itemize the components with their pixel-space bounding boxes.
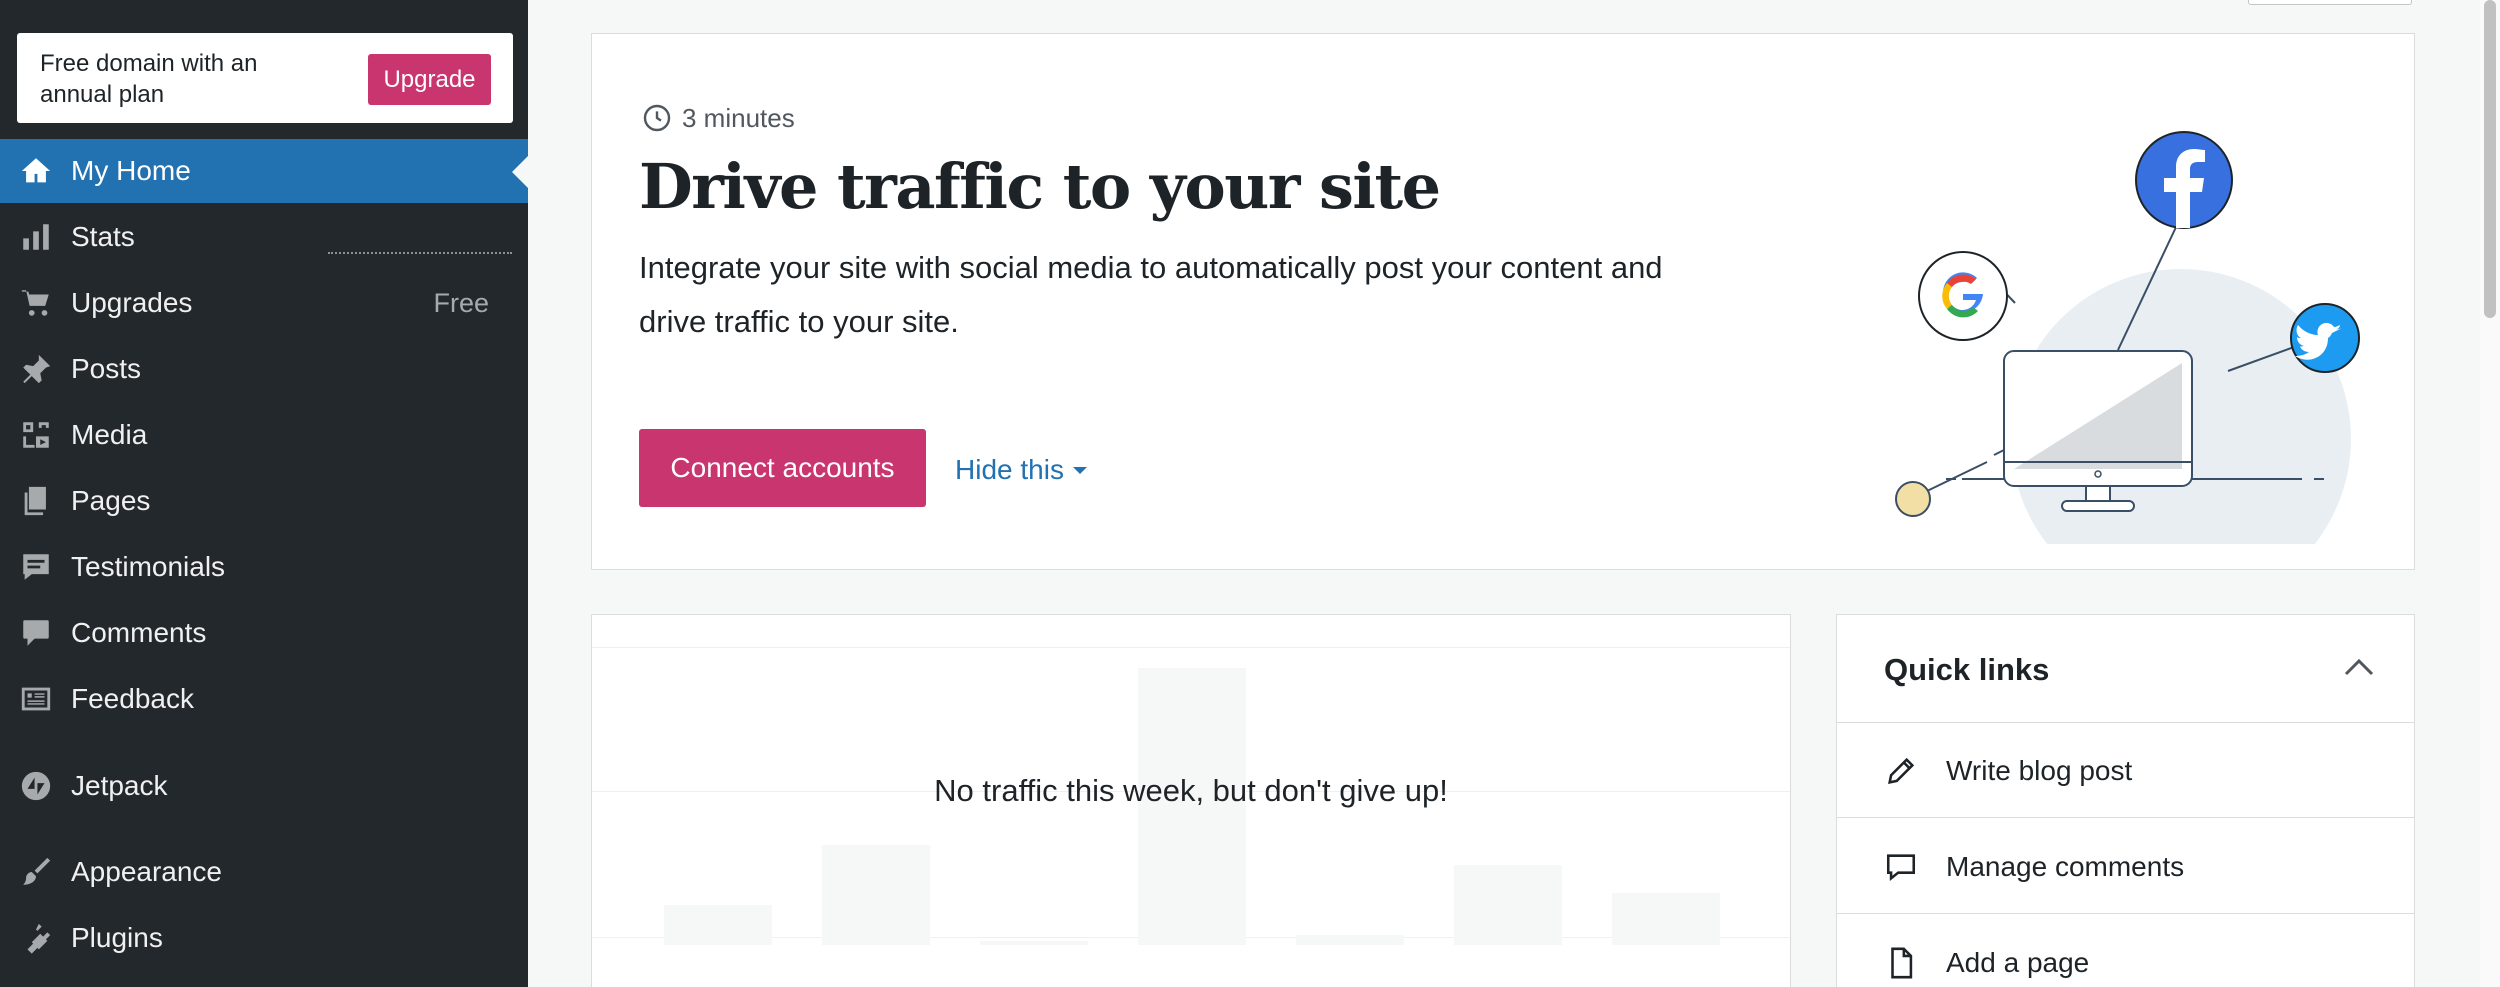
page-icon (1891, 947, 1913, 979)
hide-task-link[interactable]: Hide this (955, 454, 1087, 486)
placeholder-bar (1454, 865, 1562, 945)
quick-links-header[interactable]: Quick links (1837, 615, 2414, 723)
quick-link-add-page[interactable]: Add a page (1837, 915, 2414, 987)
chart-gridline (592, 647, 1790, 648)
sidebar-item-label: Feedback (71, 683, 194, 714)
sidebar-item-label: Testimonials (71, 551, 226, 582)
upgrade-button[interactable]: Upgrade (368, 54, 491, 105)
placeholder-bar (664, 905, 772, 945)
pin-icon (18, 351, 54, 387)
stats-icon (18, 219, 54, 255)
page-scrollbar[interactable] (2480, 0, 2500, 987)
testimonial-icon (18, 549, 54, 585)
task-title: Drive traffic to your site (639, 150, 1441, 223)
google-icon (1918, 251, 2008, 341)
domain-upsell-banner: Free domain with an annual plan Upgrade (17, 33, 513, 123)
sidebar-item-label: Pages (71, 485, 151, 516)
sidebar-item-my-home[interactable]: My Home (0, 139, 528, 203)
sidebar-item-plugins[interactable]: Plugins (0, 906, 528, 970)
sidebar-item-upgrades[interactable]: Upgrades Free (0, 271, 528, 335)
sidebar-item-comments[interactable]: Comments (0, 601, 528, 665)
home-icon (18, 153, 54, 189)
jetpack-icon (18, 768, 54, 804)
pencil-icon (1888, 757, 1915, 784)
placeholder-bar (980, 941, 1088, 945)
clock-icon (643, 104, 671, 132)
cart-icon (18, 285, 54, 321)
caret-down-icon (1072, 466, 1087, 474)
sidebar-item-label: Comments (71, 617, 207, 648)
facebook-icon (2135, 131, 2233, 229)
sidebar-item-label: Posts (71, 353, 142, 384)
chevron-up-icon[interactable] (2344, 657, 2374, 677)
upsell-text: Free domain with an annual plan (40, 50, 258, 108)
scrollbar-thumb[interactable] (2484, 0, 2496, 318)
sidebar-item-label: Media (71, 419, 148, 450)
twitter-icon (2290, 303, 2360, 373)
placeholder-bar (822, 845, 930, 945)
sidebar-item-appearance[interactable]: Appearance (0, 840, 528, 904)
connect-accounts-button[interactable]: Connect accounts (639, 429, 926, 507)
sidebar-item-label: Jetpack (71, 770, 168, 801)
quick-link-write-post[interactable]: Write blog post (1837, 723, 2414, 818)
sidebar-item-media[interactable]: Media (0, 403, 528, 467)
comment-icon (18, 615, 54, 651)
media-icon (18, 417, 54, 453)
plugin-icon (18, 920, 54, 956)
sidebar-item-label: Upgrades (71, 287, 193, 318)
placeholder-bar (1612, 893, 1720, 945)
pages-icon (18, 483, 54, 519)
quick-link-label: Write blog post (1946, 755, 2133, 786)
brush-icon (18, 854, 54, 890)
no-traffic-message: No traffic this week, but don't give up! (934, 773, 1448, 808)
feedback-icon (18, 681, 54, 717)
quick-link-label: Manage comments (1946, 851, 2185, 882)
stats-chart-card: No traffic this week, but don't give up! (591, 614, 1791, 987)
stats-sparkline (328, 252, 512, 254)
hide-task-label: Hide this (955, 454, 1064, 485)
upgrades-badge: Free (433, 287, 489, 318)
sidebar-item-posts[interactable]: Posts (0, 337, 528, 401)
sidebar-item-label: Appearance (71, 856, 223, 887)
comment-outline-icon (1886, 854, 1916, 881)
task-card: 3 minutes Drive traffic to your site Int… (591, 33, 2415, 570)
quick-links-card: Quick links Write blog post Manage comme… (1836, 614, 2415, 987)
sidebar-item-pages[interactable]: Pages (0, 469, 528, 533)
sidebar-item-stats[interactable]: Stats (0, 205, 528, 269)
placeholder-bar (1296, 935, 1404, 945)
task-description: Integrate your site with social media to… (639, 250, 1663, 339)
sidebar-item-label: Plugins (71, 922, 163, 953)
social-media-illustration (1895, 131, 2360, 544)
sidebar-item-jetpack[interactable]: Jetpack (0, 754, 528, 818)
sidebar-item-testimonials[interactable]: Testimonials (0, 535, 528, 599)
quick-link-manage-comments[interactable]: Manage comments (1837, 819, 2414, 914)
quick-link-label: Add a page (1946, 947, 2090, 978)
active-indicator (512, 156, 528, 188)
sidebar: Free domain with an annual plan Upgrade … (0, 0, 528, 987)
sidebar-item-label: My Home (71, 155, 191, 186)
sidebar-item-feedback[interactable]: Feedback (0, 667, 528, 731)
top-control-partial[interactable] (2248, 0, 2412, 5)
node-dot (1895, 481, 1931, 517)
sidebar-item-label: Stats (71, 221, 135, 252)
task-timing: 3 minutes (641, 102, 795, 134)
quick-links-title: Quick links (1884, 652, 2050, 687)
timing-text: 3 minutes (682, 102, 795, 133)
